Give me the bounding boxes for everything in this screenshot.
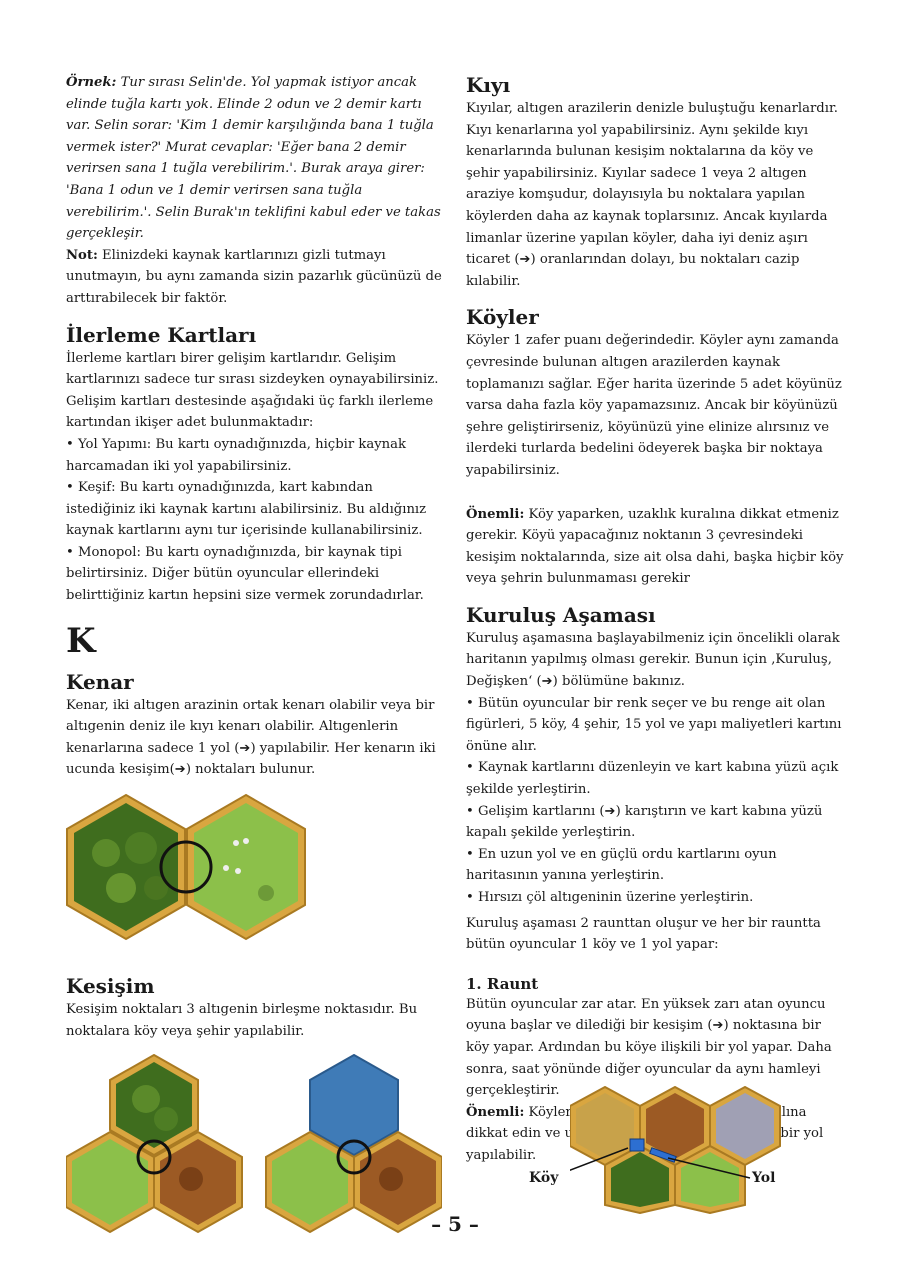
important-lead: Önemli:: [466, 506, 525, 522]
page-number: – 5 –: [431, 1212, 479, 1236]
progress-intro: İlerleme kartları birer gelişim kartları…: [66, 350, 439, 431]
setup-bullet-1: • Bütün oyuncular bir renk seçer ve bu r…: [466, 695, 842, 754]
right-column: Kıyı Kıyılar, altıgen arazilerin denizle…: [466, 72, 848, 1167]
note-paragraph: Not: Elinizdeki kaynak kartlarınızı gizl…: [66, 245, 442, 310]
village-piece: [629, 1138, 645, 1152]
setup-heading: Kuruluş Aşaması: [466, 602, 656, 627]
setup-bullet-5: • Hırsızı çöl altıgeninin üzerine yerleş…: [466, 890, 754, 905]
edge-text: Kenar, iki altıgen arazinin ortak kenarı…: [66, 697, 436, 778]
progress-bullet-monopoly: • Monopol: Bu kartı oynadığınızda, bir k…: [66, 544, 424, 604]
villages-text: Köyler 1 zafer puanı değerindedir. Köyle…: [466, 333, 842, 478]
intersection-illustration: [66, 1054, 442, 1234]
intersection-text: Kesişim noktaları 3 altıgenin birleşme n…: [66, 1002, 418, 1039]
setup-bullet-4: • En uzun yol ve en güçlü ordu kartların…: [466, 846, 777, 884]
progress-cards-heading: İlerleme Kartları: [66, 322, 257, 347]
coast-heading: Kıyı: [466, 73, 511, 97]
round-illustration: [570, 1086, 781, 1214]
note-text: Elinizdeki kaynak kartlarınızı gizli tut…: [66, 247, 442, 306]
setup-outro: Kuruluş aşaması 2 raunttan oluşur ve her…: [466, 915, 821, 953]
coast-text: Kıyılar, altıgen arazilerin denizle bulu…: [466, 101, 839, 289]
example-text: Tur sırası Selin'de. Yol yapmak istiyor …: [66, 75, 441, 242]
note-lead: Not:: [66, 247, 98, 263]
important-paragraph: Önemli: Köy yaparken, uzaklık kuralına d…: [466, 504, 848, 590]
progress-bullet-discovery: • Keşif: Bu kartı oynadığınızda, kart ka…: [66, 480, 427, 539]
setup-bullet-3: • Gelişim kartlarını (➔) karıştırın ve k…: [466, 803, 823, 841]
label-village: Köy: [529, 1170, 559, 1186]
section-letter: K: [66, 620, 96, 661]
example-lead: Örnek:: [66, 75, 117, 90]
label-road: Yol: [752, 1170, 776, 1186]
example-paragraph: Örnek: Tur sırası Selin'de. Yol yapmak i…: [66, 72, 442, 245]
setup-bullet-2: • Kaynak kartlarını düzenleyin ve kart k…: [466, 760, 839, 798]
round-heading: 1. Raunt: [466, 974, 539, 993]
setup-intro: Kuruluş aşamasına başlayabilmeniz için ö…: [466, 630, 840, 690]
intersection-heading: Kesişim: [66, 974, 155, 999]
round-important-lead: Önemli:: [466, 1104, 525, 1120]
progress-bullet-road: • Yol Yapımı: Bu kartı oynadığınızda, hi…: [66, 436, 406, 474]
villages-heading: Köyler: [466, 305, 539, 330]
left-column: Örnek: Tur sırası Selin'de. Yol yapmak i…: [66, 72, 442, 1234]
edge-illustration: [66, 793, 306, 941]
edge-heading: Kenar: [66, 669, 134, 694]
